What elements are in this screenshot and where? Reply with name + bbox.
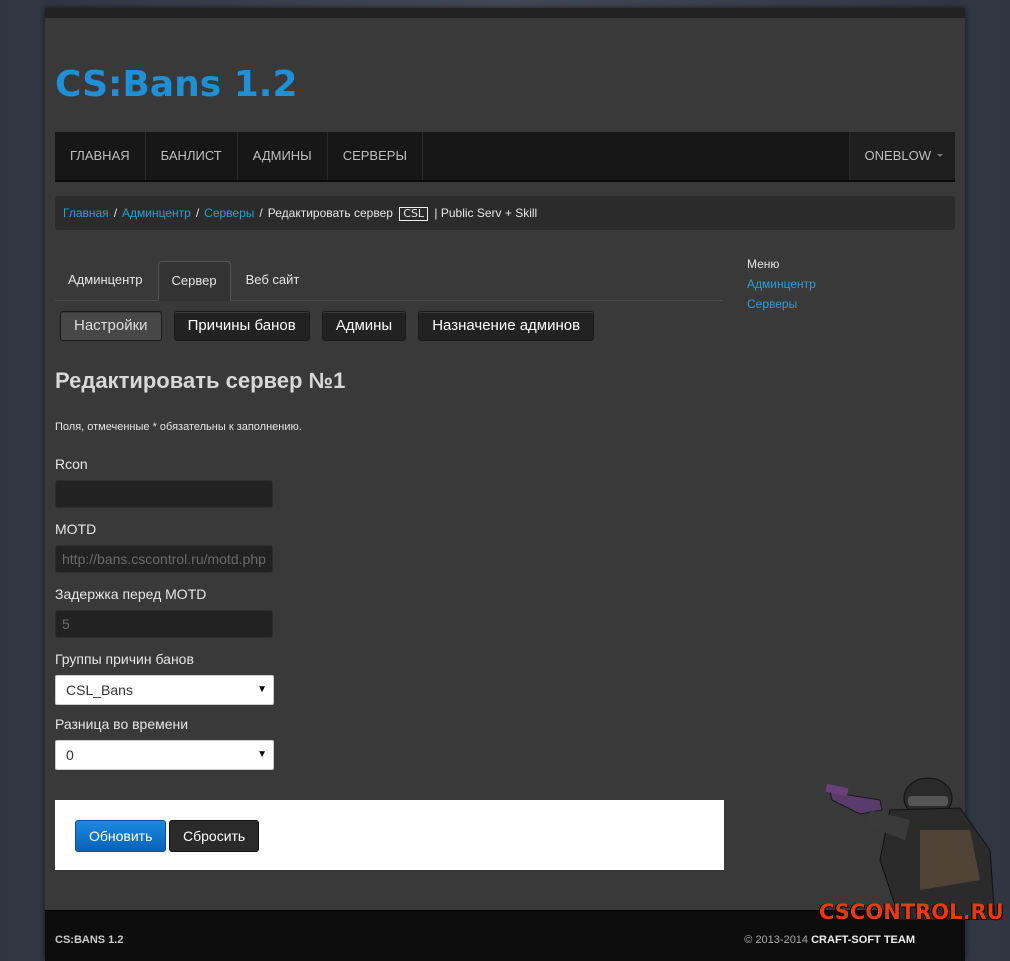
- motd-delay-label: Задержка перед MOTD: [55, 586, 207, 602]
- time-offset-select[interactable]: 0 ▼: [55, 740, 274, 770]
- server-subnav: Настройки Причины банов Админы Назначени…: [60, 311, 606, 341]
- soldier-mascot-image: [825, 777, 996, 920]
- server-tag: CSL: [399, 207, 429, 221]
- copyright-years: © 2013-2014: [744, 934, 809, 946]
- rcon-input[interactable]: [55, 480, 273, 508]
- nav-item-banlist[interactable]: Банлист: [146, 132, 238, 180]
- motd-label: MOTD: [55, 521, 97, 537]
- settings-button[interactable]: Настройки: [60, 311, 162, 341]
- rcon-label: Rcon: [55, 456, 88, 472]
- motd-input[interactable]: http://bans.cscontrol.ru/motd.php: [55, 545, 273, 573]
- breadcrumb-home[interactable]: Главная: [63, 206, 109, 220]
- breadcrumb-admincenter[interactable]: Админцентр: [122, 206, 191, 220]
- sidebar-heading: Меню: [747, 257, 780, 271]
- time-offset-value: 0: [66, 747, 74, 763]
- admins-button[interactable]: Админы: [321, 311, 407, 341]
- breadcrumb-server-name: | Public Serv + Skill: [434, 206, 538, 220]
- watermark: CSCONTROL.RU: [819, 900, 1004, 924]
- dropdown-arrow-icon: ▼: [257, 749, 267, 760]
- tab-website[interactable]: Веб сайт: [233, 261, 313, 299]
- sidebar-item-admincenter[interactable]: Админцентр: [747, 274, 816, 294]
- chevron-down-icon: [937, 154, 943, 157]
- update-button[interactable]: Обновить: [75, 820, 167, 852]
- breadcrumb-current: Редактировать сервер: [267, 206, 393, 220]
- assign-admins-button[interactable]: Назначение админов: [418, 311, 595, 341]
- breadcrumb-servers[interactable]: Серверы: [204, 206, 254, 220]
- footer-copyright: © 2013-2014 CRAFT-SOFT TEAM: [744, 934, 915, 946]
- user-menu[interactable]: ONEBLOW: [848, 132, 955, 180]
- required-note: Поля, отмеченные * обязательны к заполне…: [55, 421, 302, 433]
- ban-reason-groups-select[interactable]: CSL_Bans ▼: [55, 675, 274, 705]
- time-offset-label: Разница во времени: [55, 716, 189, 732]
- form-actions: Обновить Сбросить: [55, 800, 724, 870]
- footer-team-link[interactable]: CRAFT-SOFT TEAM: [811, 934, 915, 946]
- page-title: Редактировать сервер №1: [55, 368, 346, 393]
- nav-item-home[interactable]: Главная: [55, 132, 146, 180]
- nav-item-admins[interactable]: Админы: [238, 132, 328, 180]
- breadcrumb: Главная / Админцентр / Серверы / Редактировать…: [55, 196, 955, 230]
- section-tabs: Админцентр Сервер Веб сайт: [55, 261, 723, 301]
- site-logo[interactable]: CS:Bans 1.2: [55, 64, 298, 105]
- ban-reason-groups-label: Группы причин банов: [55, 651, 194, 667]
- tab-server[interactable]: Сервер: [157, 261, 231, 301]
- ban-reason-groups-value: CSL_Bans: [66, 682, 133, 698]
- footer-brand: CS:BANS 1.2: [55, 934, 124, 946]
- sidebar-menu: Меню Админцентр Серверы: [747, 254, 816, 314]
- ban-reasons-button[interactable]: Причины банов: [173, 311, 310, 341]
- dropdown-arrow-icon: ▼: [257, 684, 267, 695]
- top-navbar: Главная Банлист Админы Серверы ONEBLOW: [55, 132, 955, 182]
- reset-button[interactable]: Сбросить: [169, 820, 260, 852]
- tab-admincenter[interactable]: Админцентр: [55, 261, 156, 299]
- sidebar-item-servers[interactable]: Серверы: [747, 294, 816, 314]
- user-name: ONEBLOW: [864, 148, 931, 163]
- motd-delay-input[interactable]: 5: [55, 610, 273, 638]
- nav-item-servers[interactable]: Серверы: [328, 132, 423, 180]
